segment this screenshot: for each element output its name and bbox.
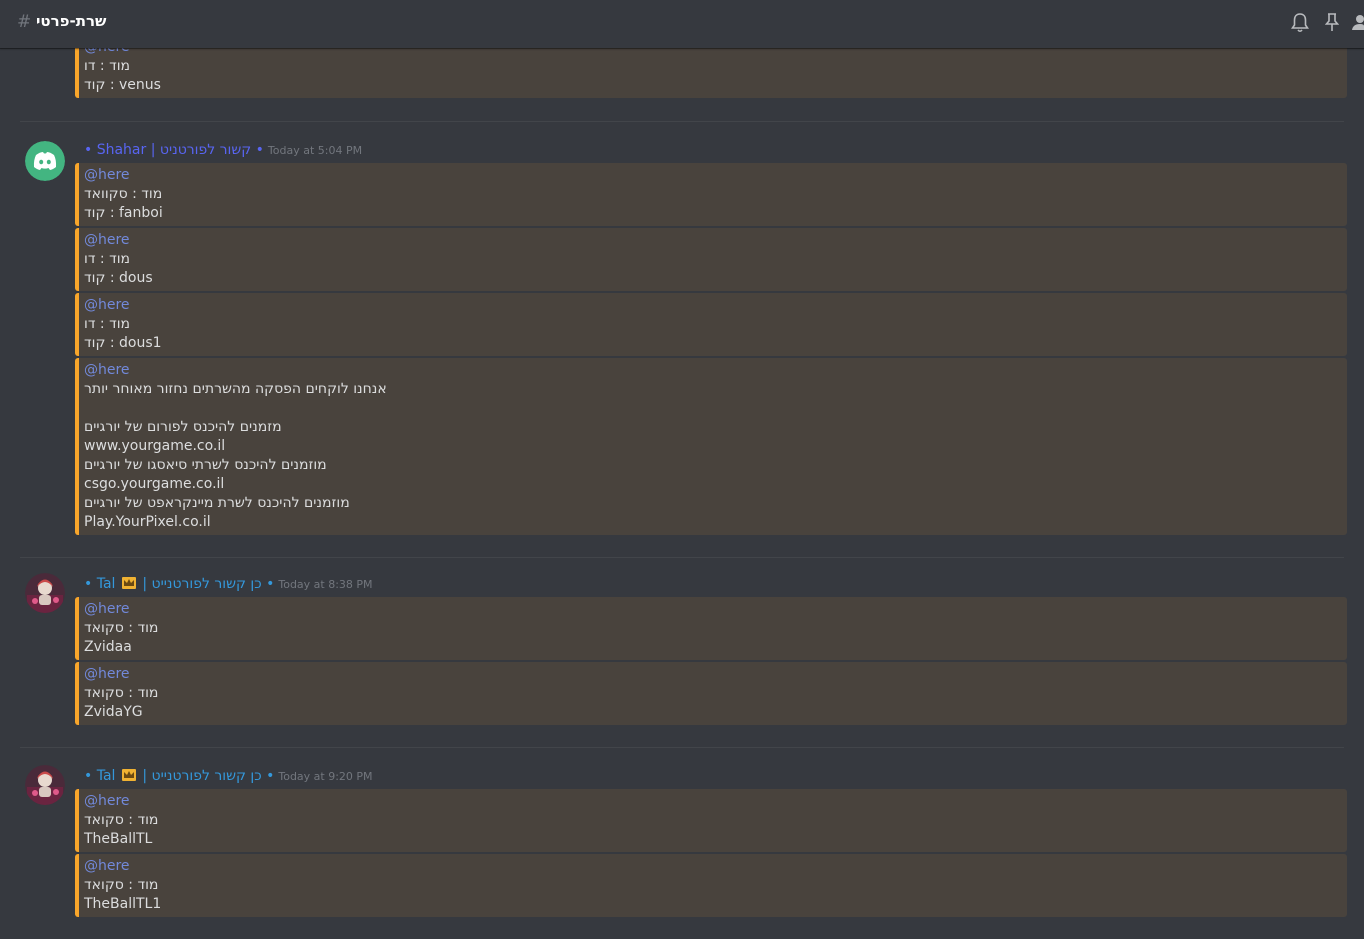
embed-text: TheBallTL (84, 831, 153, 847)
embed-text: מזמנים להיכנס לפורום של יורגיים (84, 419, 282, 435)
embed: @hereמוד : דו קוד : venus (75, 48, 1347, 98)
embed-container: @hereמוד : דו קוד : venus (75, 48, 1364, 98)
embed: @here מוד : סקוואד קוד : fanboi (75, 163, 1347, 226)
user-avatar-icon (25, 765, 65, 805)
embed-text: קוד : venus (84, 77, 161, 93)
message-group-shahar: • Shahar | קשור לפורטניט • Today at 5:04 … (0, 139, 1364, 535)
embed: @here מוד : סקואד TheBallTL (75, 789, 1347, 852)
message-group-partial: @hereמוד : דו קוד : venus (0, 48, 1364, 98)
mention[interactable]: @here (84, 166, 1337, 185)
message-group-tal: • Tal | כן קשור לפורטנייט • Today at 8:38… (0, 573, 1364, 725)
author-name[interactable]: • Tal | כן קשור לפורטנייט • (84, 768, 274, 784)
hash-icon: # (17, 12, 32, 32)
embed-text: קוד : fanboi (84, 205, 163, 221)
timestamp: Today at 9:20 PM (278, 770, 373, 783)
embed-text: מוד : סקוואד (84, 186, 163, 202)
channel-title: שרת-פרטי (36, 12, 107, 30)
mention[interactable]: @here (84, 231, 1337, 250)
embed-text: www.yourgame.co.il (84, 438, 226, 454)
embed-text: מוד : דו (84, 58, 131, 74)
embed: @here מוד : דו קוד : dous (75, 228, 1347, 291)
mention[interactable]: @here (84, 665, 1337, 684)
embed-text: קוד : dous (84, 270, 153, 286)
embed-text: מוזמנים להיכנס לשרתי סיאסגו של יורגיים (84, 457, 327, 473)
embed-text: מוד : דו (84, 251, 131, 267)
message-header: • Tal | כן קשור לפורטנייט • Today at 8:38… (84, 573, 1364, 595)
message-header: • Tal | כן קשור לפורטנייט • Today at 9:20… (84, 765, 1364, 787)
message-group-tal: • Tal | כן קשור לפורטנייט • Today at 9:20… (0, 765, 1364, 917)
mention[interactable]: @here (84, 792, 1337, 811)
mention[interactable]: @here (84, 857, 1337, 876)
pin-icon[interactable] (1325, 13, 1339, 33)
embed-text: Zvidaa (84, 639, 132, 655)
message-list: @hereמוד : דוקוד : venus • Shahar | קשור… (0, 48, 1364, 939)
embed: @here מוד : סקואד ZvidaYG (75, 662, 1347, 725)
embed: @here אנחנו לוקחים הפסקה מהשרתים נחזור מא… (75, 358, 1347, 535)
crown-icon (121, 766, 136, 781)
mention[interactable]: @here (84, 600, 1337, 619)
members-icon[interactable] (1351, 13, 1364, 33)
channel-header: # שרת-פרטי (0, 0, 1364, 48)
scrollbar[interactable] (1356, 48, 1364, 939)
embed-text: ZvidaYG (84, 704, 143, 720)
embed: @here מוד : דו קוד : dous1 (75, 293, 1347, 356)
embed: @here מוד : סקואד Zvidaa (75, 597, 1347, 660)
mention[interactable]: @here (84, 296, 1337, 315)
embed-text: מוזמנים להיכנס לשרת מיינקראפט של יורגיים (84, 495, 350, 511)
mention[interactable]: @here (84, 361, 1337, 380)
embed-text: מוד : סקואד (84, 685, 159, 701)
embed-text: אנחנו לוקחים הפסקה מהשרתים נחזור מאוחר י… (84, 381, 387, 397)
embed-text (84, 399, 1337, 418)
embed-text: מוד : סקואד (84, 877, 159, 893)
embed: @here מוד : סקואד TheBallTL1 (75, 854, 1347, 917)
embed-text: קוד : dous1 (84, 335, 162, 351)
user-avatar-icon (25, 573, 65, 613)
bell-icon[interactable] (1291, 13, 1309, 33)
embed-text: מוד : דו (84, 316, 131, 332)
embed-text: Play.YourPixel.co.il (84, 514, 211, 530)
embed-text: TheBallTL1 (84, 896, 162, 912)
avatar[interactable] (25, 141, 65, 181)
discord-logo-icon (25, 141, 65, 181)
messages-area[interactable]: @hereמוד : דוקוד : venus • Shahar | קשור… (0, 48, 1364, 939)
mention[interactable]: @here (84, 48, 1337, 57)
timestamp: Today at 5:04 PM (267, 144, 363, 157)
avatar[interactable] (25, 765, 65, 805)
embed-container: @here מוד : סקוואד קוד : fanboi @here מוד : … (75, 163, 1364, 535)
author-name[interactable]: • Shahar | קשור לפורטניט • (84, 142, 264, 158)
author-name[interactable]: • Tal | כן קשור לפורטנייט • (84, 576, 274, 592)
embed-container: @here מוד : סקואד TheBallTL @here מוד : סקוא… (75, 789, 1364, 917)
crown-icon (121, 574, 136, 589)
avatar[interactable] (25, 573, 65, 613)
embed-text: csgo.yourgame.co.il (84, 476, 225, 492)
embed-text: מוד : סקואד (84, 620, 159, 636)
message-header: • Shahar | קשור לפורטניט • Today at 5:04 … (84, 139, 1364, 161)
embed-text: מוד : סקואד (84, 812, 159, 828)
timestamp: Today at 8:38 PM (278, 578, 373, 591)
embed-container: @here מוד : סקואד Zvidaa @here מוד : סקואד Zv… (75, 597, 1364, 725)
